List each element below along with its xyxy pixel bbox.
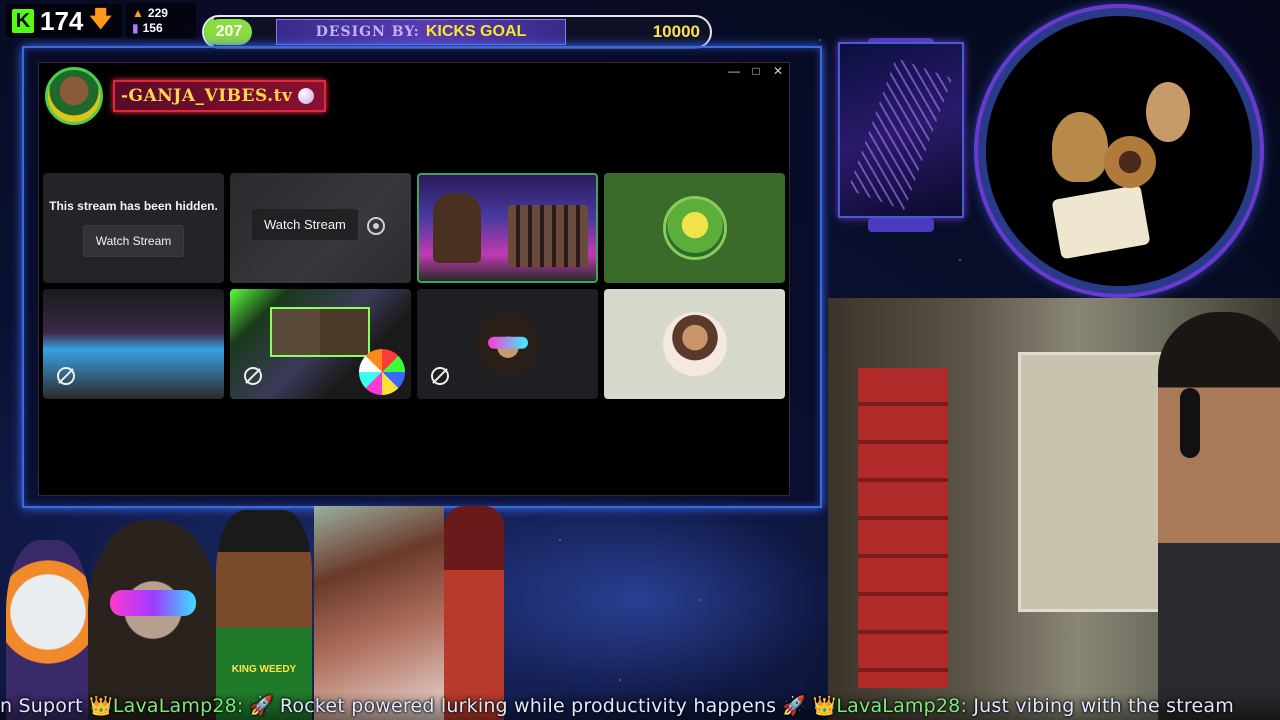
participant-tile-pepe[interactable] (604, 173, 785, 283)
stat-2: 156 (142, 21, 163, 35)
stat-1: 229 (147, 6, 168, 20)
streamer-person (1158, 312, 1280, 720)
muted-icon (244, 367, 262, 385)
stream-tile-game[interactable] (43, 289, 224, 399)
ticker-line: n Suport 👑LavaLamp28: 🚀 Rocket powered l… (0, 694, 1234, 717)
server-avatar[interactable] (45, 67, 103, 125)
arrow-down-icon: 🡇 (89, 6, 113, 31)
stream-tile-active[interactable] (417, 173, 598, 283)
photo-woman (314, 506, 444, 720)
server-name-badge: -GANJA_VIBES.tv (113, 80, 327, 112)
bars-icon: ▮ (132, 21, 139, 35)
discord-call-window: — □ ✕ -GANJA_VIBES.tv This stream has be… (38, 62, 790, 496)
watch-stream-button[interactable]: Watch Stream (82, 225, 185, 257)
monkey-emote (88, 520, 218, 720)
headset (1180, 388, 1200, 458)
participant-tile-woman[interactable] (604, 289, 785, 399)
follower-count: 174 (40, 5, 84, 36)
maximize-icon[interactable]: □ (745, 63, 767, 79)
stacked-boxes (858, 368, 948, 688)
ape-avatar (475, 312, 540, 376)
pepe-avatar (662, 196, 727, 260)
kicks-goal-bar: 207 DESIGN BY: KICKS GOAL 10000 (202, 15, 712, 49)
emote-strip: KING WEEDY (0, 506, 828, 720)
king-weedy-label: KING WEEDY (231, 664, 297, 675)
dna-art-panel (838, 42, 964, 218)
window-titlebar: — □ ✕ (723, 63, 789, 79)
streamer-figure (433, 193, 481, 263)
server-name: -GANJA_VIBES.tv (121, 86, 293, 106)
watch-stream-button-2[interactable]: Watch Stream (252, 209, 358, 240)
portrait-shirt (1051, 184, 1151, 260)
streamer-webcam (828, 298, 1280, 720)
portrait-child-right (1146, 82, 1190, 142)
crown-icon: 👑 (88, 695, 113, 717)
chat-ticker: n Suport 👑LavaLamp28: 🚀 Rocket powered l… (0, 692, 1280, 720)
minimize-icon[interactable]: — (723, 63, 745, 79)
portrait-disc (1104, 136, 1156, 188)
crown-icon: 👑 (812, 695, 837, 717)
goal-current-value: 207 (206, 19, 252, 45)
woman-avatar (662, 312, 727, 376)
monkey-glasses (110, 590, 196, 616)
close-icon[interactable]: ✕ (767, 63, 789, 79)
goal-target-value: 10000 (652, 22, 700, 41)
hidden-stream-text: This stream has been hidden. (49, 199, 218, 213)
prize-wheel (359, 349, 405, 395)
dna-panel-cap-bottom (868, 218, 934, 232)
kick-logo-icon: K (12, 9, 34, 33)
server-header: -GANJA_VIBES.tv (45, 67, 327, 125)
muted-icon (431, 367, 449, 385)
muted-icon (57, 367, 75, 385)
stream-tile-wheel[interactable] (230, 289, 411, 399)
neon-glasses (487, 336, 528, 349)
portrait-frame (978, 8, 1260, 294)
goal-label: KICKS GOAL (425, 23, 527, 40)
viewer-stats: ▲ 229 ▮ 156 (126, 3, 196, 39)
stream-cams (270, 307, 370, 357)
goal-title-plate: DESIGN BY: KICKS GOAL (276, 19, 566, 45)
stream-tile-hidden[interactable]: This stream has been hidden. Watch Strea… (43, 173, 224, 283)
anime-figure (444, 506, 504, 720)
ticker-message-1: 🚀 Rocket powered lurking while productiv… (243, 695, 813, 717)
design-credit: DESIGN BY: (315, 24, 420, 40)
person-icon: ▲ (132, 6, 144, 20)
stream-tile-preview[interactable]: Watch Stream (230, 173, 411, 283)
participant-tile-ape[interactable] (417, 289, 598, 399)
ticker-part-1: n Suport (0, 695, 89, 717)
stream-grid: This stream has been hidden. Watch Strea… (43, 173, 787, 399)
ticker-user-2: LavaLamp28: (836, 695, 968, 717)
portrait-child-left (1052, 112, 1108, 182)
kick-follower-counter: K 174 🡇 (6, 4, 123, 38)
ticker-user-1: LavaLamp28: (112, 695, 244, 717)
crowd-thumbnails (508, 205, 588, 267)
live-dot-icon (298, 88, 315, 104)
ticker-message-2: Just vibing with the stream (967, 695, 1234, 717)
focus-icon[interactable] (367, 217, 385, 235)
king-weedy-emote (216, 510, 312, 720)
